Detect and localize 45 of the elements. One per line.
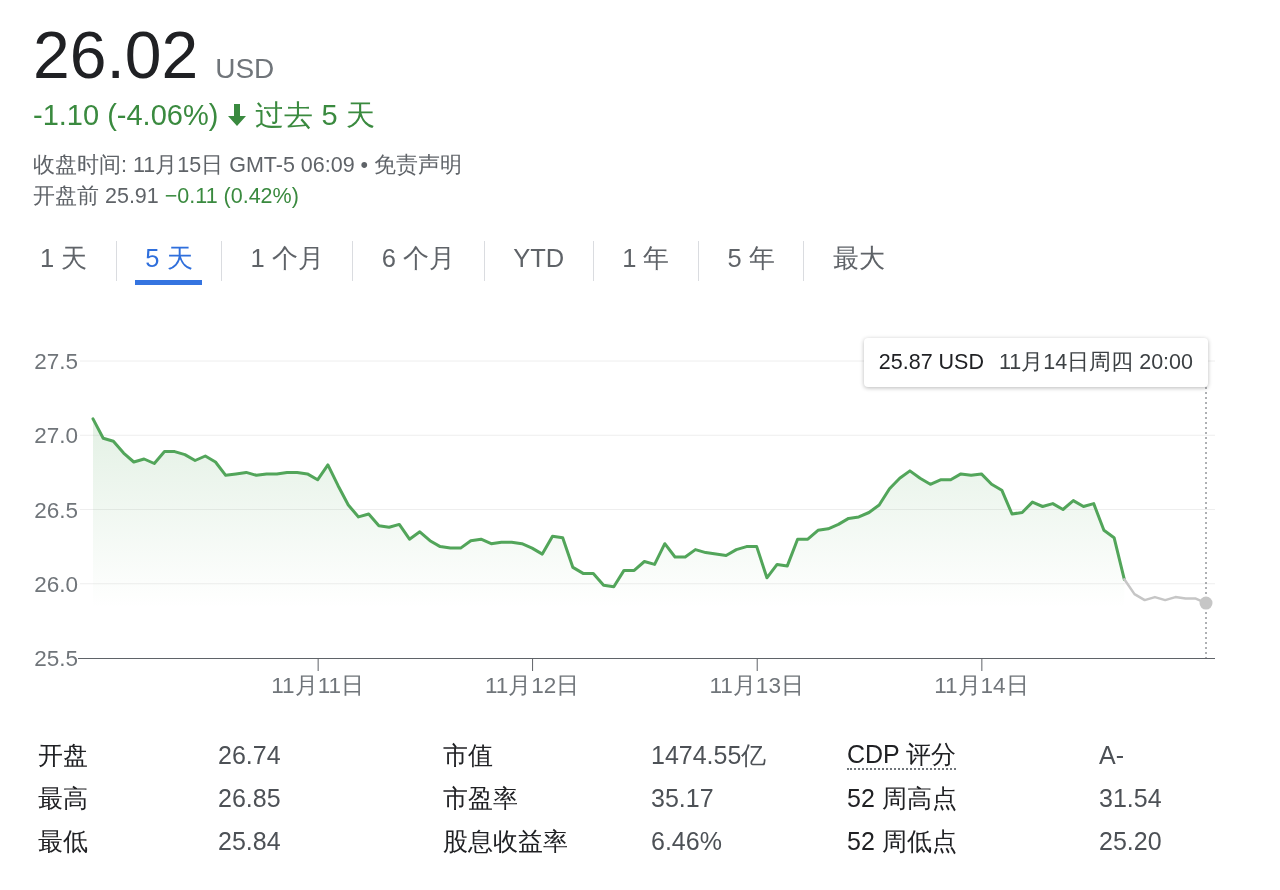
range-tab[interactable]: 5 年 xyxy=(698,237,804,285)
stat-value: 6.46% xyxy=(651,827,722,856)
y-axis-label: 25.5 xyxy=(34,646,78,671)
x-axis-label: 11月14日 xyxy=(934,673,1029,698)
tooltip-time: 11月14日周四 20:00 xyxy=(999,349,1193,376)
close-time: 收盘时间: 11月15日 GMT-5 06:09 • xyxy=(33,152,369,179)
stock-price: 26.02 xyxy=(33,22,199,88)
stat-label: 52 周高点 xyxy=(847,783,957,814)
stat-label: 最高 xyxy=(38,783,88,814)
y-axis-label: 26.5 xyxy=(34,497,78,523)
stat-value: 26.74 xyxy=(218,741,281,770)
info-term[interactable]: CDP 评分 xyxy=(847,741,957,770)
premarket-change: −0.11 (0.42%) xyxy=(164,183,299,210)
range-tab[interactable]: 1 个月 xyxy=(222,237,353,285)
period-label: 过去 5 天 xyxy=(255,98,375,133)
hover-point-icon xyxy=(1199,596,1213,610)
x-axis-label: 11月12日 xyxy=(484,673,580,698)
stat-value: 35.17 xyxy=(651,784,714,813)
range-tab[interactable]: YTD xyxy=(484,237,593,285)
currency-label: USD xyxy=(215,55,275,83)
stat-label: 开盘 xyxy=(38,740,88,771)
range-tab[interactable]: 1 天 xyxy=(11,237,116,285)
price-change: -1.10 (-4.06%) xyxy=(33,98,219,133)
disclaimer-link[interactable]: 免责声明 xyxy=(374,150,463,181)
stat-label: 股息收益率 xyxy=(443,826,568,857)
stat-value: 1474.55亿 xyxy=(651,740,767,771)
stat-label: 52 周低点 xyxy=(847,826,957,857)
range-tab[interactable]: 1 年 xyxy=(593,237,698,285)
y-axis-label: 27.5 xyxy=(34,349,78,374)
stat-label: 市盈率 xyxy=(443,783,518,814)
stat-label: 最低 xyxy=(38,826,88,857)
stat-value: 31.54 xyxy=(1099,784,1162,813)
stat-value: 25.84 xyxy=(218,827,281,856)
x-axis-label: 11月11日 xyxy=(271,673,364,698)
stat-value: A- xyxy=(1099,741,1124,770)
range-tab[interactable]: 最大 xyxy=(804,237,914,285)
tooltip-price: 25.87 USD xyxy=(878,349,984,376)
stat-value: 25.20 xyxy=(1099,827,1162,856)
x-axis-label: 11月13日 xyxy=(709,673,804,698)
stat-label: 市值 xyxy=(443,740,493,771)
range-tab[interactable]: 6 个月 xyxy=(353,237,484,285)
y-axis-label: 26.0 xyxy=(34,571,78,597)
stat-value: 26.85 xyxy=(218,784,281,813)
premarket-price: 开盘前 25.91 xyxy=(33,183,159,210)
y-axis-label: 27.0 xyxy=(34,423,78,449)
